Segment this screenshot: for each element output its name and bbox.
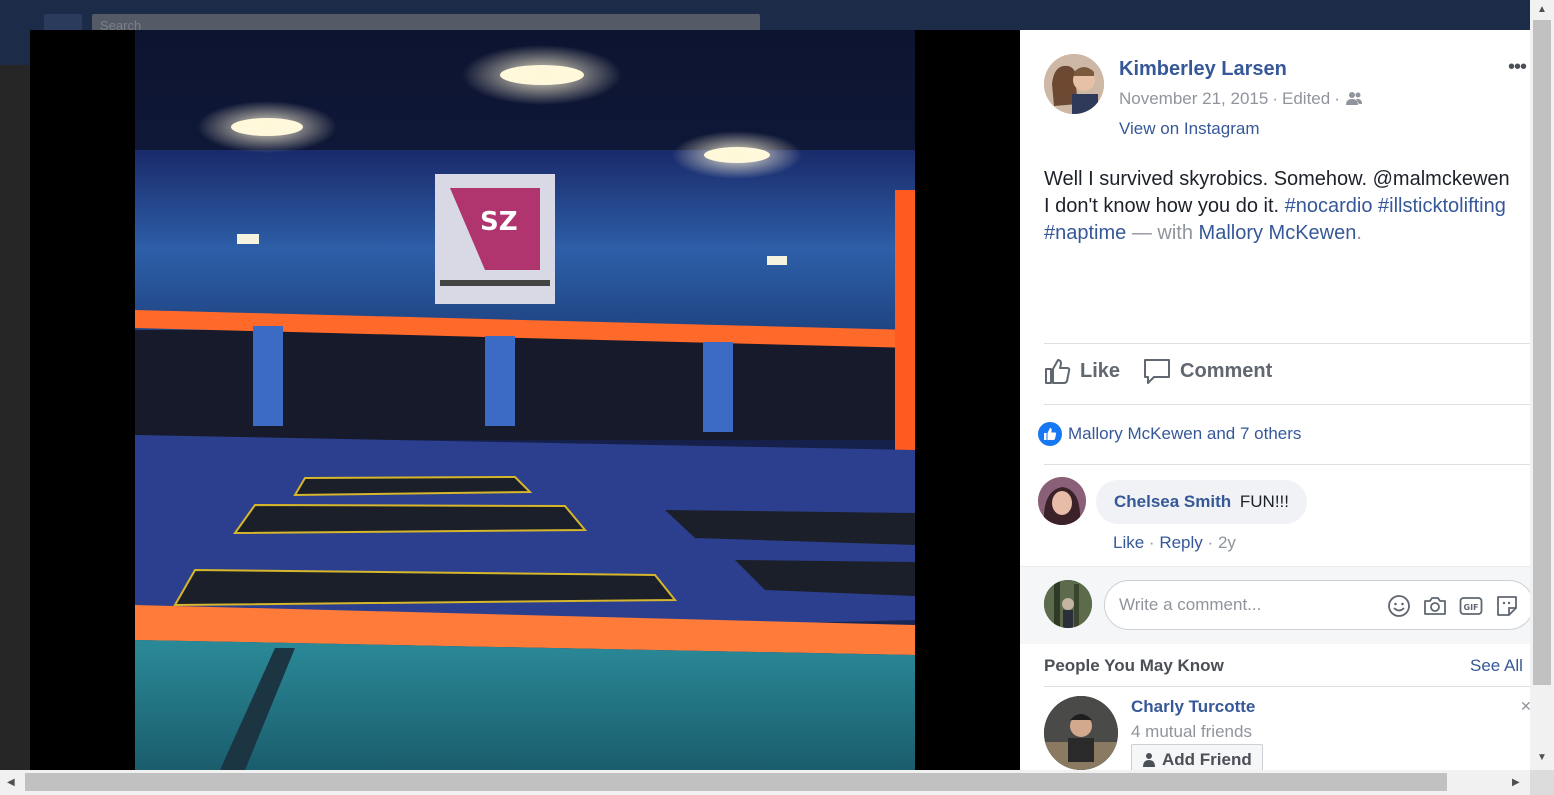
like-button[interactable]: Like xyxy=(1042,356,1120,386)
post-text-line-2: I don't know how you do it. #nocardio #i… xyxy=(1044,195,1506,217)
comment-button[interactable]: Comment xyxy=(1142,356,1272,386)
suggested-friend-name[interactable]: Charly Turcotte xyxy=(1131,697,1255,717)
add-friend-button[interactable]: Add Friend xyxy=(1131,744,1263,770)
like-reaction-icon xyxy=(1038,422,1062,446)
mutual-friends-count[interactable]: 4 mutual friends xyxy=(1131,722,1252,742)
comment-bubble: Chelsea Smith FUN!!! xyxy=(1096,480,1307,524)
post-text-line-1: Well I survived skyrobics. Somehow. @mal… xyxy=(1044,168,1510,190)
commenter-name[interactable]: Chelsea Smith xyxy=(1114,492,1231,511)
divider xyxy=(1044,464,1530,465)
author-avatar[interactable] xyxy=(1044,54,1104,114)
gif-icon[interactable]: GIF xyxy=(1459,594,1483,618)
add-friend-icon xyxy=(1143,753,1155,767)
emoji-icon[interactable] xyxy=(1387,594,1411,618)
scroll-down-arrow-icon[interactable]: ▼ xyxy=(1537,752,1547,763)
commenter-avatar[interactable] xyxy=(1038,477,1086,525)
vertical-scroll-thumb[interactable] xyxy=(1533,20,1551,685)
author-name[interactable]: Kimberley Larsen xyxy=(1119,58,1287,81)
post-actions: Like Comment xyxy=(1042,356,1272,386)
add-friend-label: Add Friend xyxy=(1162,750,1252,769)
comment-text: FUN!!! xyxy=(1239,492,1289,511)
hashtag-nocardio[interactable]: #nocardio xyxy=(1285,195,1373,217)
horizontal-scroll-thumb[interactable] xyxy=(25,773,1447,791)
reaction-summary[interactable]: Mallory McKewen and 7 others xyxy=(1038,422,1301,446)
svg-text:GIF: GIF xyxy=(1464,603,1479,612)
suggested-friend-avatar[interactable] xyxy=(1044,696,1118,770)
post-text: Well I survived skyrobics. Somehow. @mal… xyxy=(1044,166,1530,247)
comment-icon xyxy=(1144,359,1171,384)
hashtag-illsticktolifting[interactable]: #illsticktolifting xyxy=(1378,195,1506,217)
reaction-summary-text: Mallory McKewen and 7 others xyxy=(1068,424,1302,443)
current-user-avatar xyxy=(1044,580,1092,628)
post-date[interactable]: November 21, 2015 xyxy=(1119,89,1268,109)
tagged-person-link[interactable]: Mallory McKewen xyxy=(1199,222,1357,244)
camera-icon[interactable] xyxy=(1423,594,1447,618)
comment-reply-link[interactable]: Reply xyxy=(1159,533,1202,552)
post-meta: November 21, 2015 · Edited · xyxy=(1119,89,1364,109)
divider xyxy=(1044,343,1530,344)
see-all-link[interactable]: See All xyxy=(1470,656,1523,676)
post-side-panel: Kimberley Larsen November 21, 2015 · Edi… xyxy=(1020,30,1530,770)
thumbs-up-icon xyxy=(1045,359,1071,384)
comment-like-link[interactable]: Like xyxy=(1113,533,1144,552)
post-photo: SZ xyxy=(135,30,915,770)
edited-label[interactable]: Edited xyxy=(1282,89,1330,109)
friends-icon[interactable] xyxy=(1344,89,1364,109)
ellipsis-icon[interactable]: ••• xyxy=(1508,56,1527,79)
sticker-icon[interactable] xyxy=(1495,594,1519,618)
dismiss-suggestion-icon[interactable]: ✕ xyxy=(1520,698,1530,715)
scroll-right-arrow-icon[interactable]: ▶ xyxy=(1512,777,1520,788)
comment-input-box[interactable]: GIF xyxy=(1104,580,1530,630)
meta-separator: · xyxy=(1334,89,1340,108)
comment-label: Comment xyxy=(1180,359,1273,382)
meta-separator: · xyxy=(1272,89,1278,108)
hashtag-naptime[interactable]: #naptime xyxy=(1044,222,1126,244)
svg-text:SZ: SZ xyxy=(480,207,518,237)
comment-age[interactable]: 2y xyxy=(1218,533,1236,552)
divider xyxy=(1044,686,1530,687)
like-label: Like xyxy=(1080,359,1121,382)
post-text-line-3: #naptime — with Mallory McKewen. xyxy=(1044,222,1362,244)
scroll-left-arrow-icon[interactable]: ◀ xyxy=(7,777,15,788)
view-on-instagram-link[interactable]: View on Instagram xyxy=(1119,119,1259,139)
pymk-title: People You May Know xyxy=(1044,656,1224,675)
scroll-up-arrow-icon[interactable]: ▲ xyxy=(1537,4,1547,15)
with-label: — with xyxy=(1131,222,1193,244)
comment-composer: GIF xyxy=(1020,566,1530,644)
comment-input[interactable] xyxy=(1119,593,1369,617)
comment-actions: Like · Reply · 2y xyxy=(1113,533,1236,552)
scrollbar-corner xyxy=(1530,770,1554,795)
divider xyxy=(1044,404,1530,405)
photo-stage[interactable]: SZ xyxy=(30,30,1020,770)
